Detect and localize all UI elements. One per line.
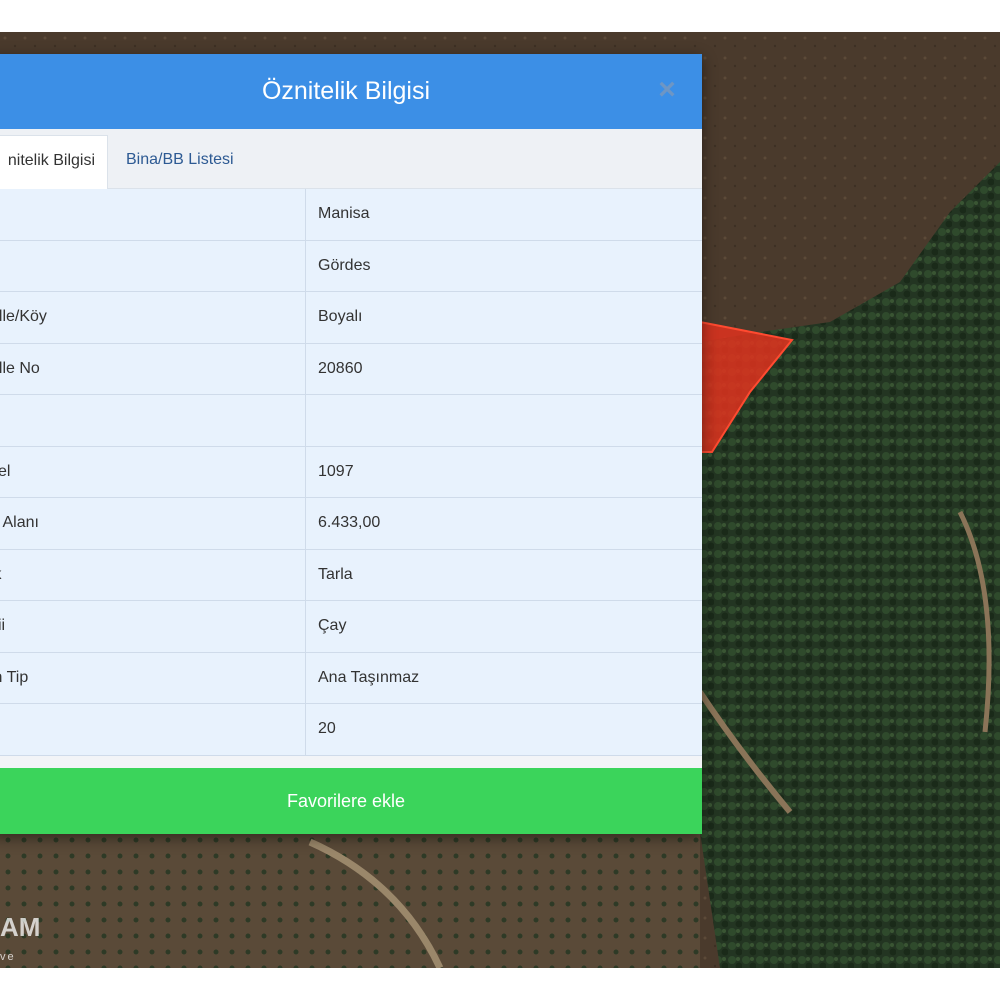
attribute-label-cell (0, 395, 306, 446)
tab-attribute-info[interactable]: nitelik Bilgisi (0, 135, 108, 189)
table-row: u Alanı 6.433,00 (0, 498, 702, 550)
close-icon[interactable]: × (652, 75, 682, 106)
map-frame: AM ve Öznitelik Bilgisi × nitelik Bilgis… (0, 32, 1000, 968)
attribute-dialog: Öznitelik Bilgisi × nitelik Bilgisi Bina… (0, 54, 702, 834)
orchard-area (0, 822, 700, 968)
attribute-label-cell: sel (0, 446, 306, 497)
attribute-label: alle/Köy (0, 308, 47, 326)
attribute-label-cell: ik (0, 549, 306, 600)
attribute-label: u Alanı (0, 514, 39, 532)
table-row: ik Tarla (0, 549, 702, 601)
attribute-value: Boyalı (318, 308, 363, 326)
watermark-logo: AM ve (0, 912, 48, 968)
attribute-label-cell: a (0, 704, 306, 755)
attribute-value: 1097 (318, 462, 354, 480)
watermark-subtext: ve (0, 951, 16, 963)
attribute-value: 6.433,00 (318, 514, 381, 532)
attribute-label-cell: in Tip (0, 652, 306, 703)
attribute-label-cell: kii (0, 601, 306, 652)
attribute-label: ik (0, 566, 2, 584)
attribute-label-cell: alle No (0, 343, 306, 394)
dialog-tabs: nitelik Bilgisi Bina/BB Listesi (0, 129, 702, 189)
attribute-value: Ana Taşınmaz (318, 668, 420, 686)
attribute-label: in Tip (0, 668, 29, 686)
attribute-label-cell: alle/Köy (0, 292, 306, 343)
attribute-label-cell (0, 240, 306, 291)
dialog-header: Öznitelik Bilgisi × (0, 54, 702, 129)
attribute-value: Gördes (318, 256, 371, 274)
table-row: alle/Köy Boyalı (0, 292, 702, 344)
attribute-value: 20860 (318, 359, 363, 377)
table-row: Gördes (0, 240, 702, 292)
watermark-text: AM (0, 912, 41, 942)
tab-building-list[interactable]: Bina/BB Listesi (112, 135, 248, 189)
attribute-value: Tarla (318, 565, 353, 583)
table-row: Manisa (0, 189, 702, 241)
table-row (0, 395, 702, 447)
table-row: sel 1097 (0, 446, 702, 498)
attribute-value: Manisa (318, 205, 370, 223)
attribute-label-cell: u Alanı (0, 498, 306, 549)
attribute-label: alle No (0, 359, 40, 377)
table-row: in Tip Ana Taşınmaz (0, 652, 702, 704)
attribute-value: 20 (318, 720, 336, 738)
attribute-label: sel (0, 462, 11, 480)
attribute-label-cell (0, 189, 306, 240)
attribute-table: Manisa Gördes alle/Köy Boyalı alle No 20860 se… (0, 189, 702, 756)
table-row: kii Çay (0, 601, 702, 653)
attribute-value: Çay (318, 617, 347, 635)
attribute-label: kii (0, 617, 6, 635)
add-to-favorites-button[interactable]: Favorilere ekle (0, 768, 702, 834)
table-row: a 20 (0, 704, 702, 756)
dialog-title: Öznitelik Bilgisi (261, 77, 431, 105)
table-row: alle No 20860 (0, 343, 702, 395)
